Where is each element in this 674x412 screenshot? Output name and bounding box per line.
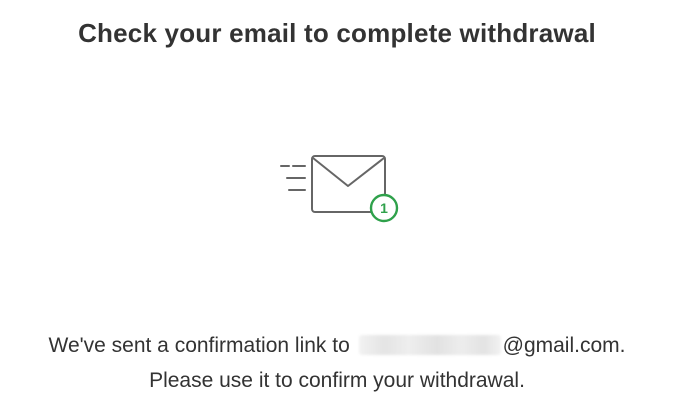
email-illustration: 1 bbox=[275, 150, 405, 226]
masked-email-username bbox=[358, 335, 501, 355]
envelope-sent-icon: 1 bbox=[280, 155, 399, 223]
page-title: Check your email to complete withdrawal bbox=[78, 18, 596, 48]
confirmation-message: We've sent a confirmation link to @gmail… bbox=[0, 328, 674, 398]
notification-badge: 1 bbox=[369, 193, 399, 223]
message-prefix: We've sent a confirmation link to bbox=[48, 334, 350, 357]
badge-count: 1 bbox=[380, 200, 388, 216]
email-domain: @gmail.com. bbox=[502, 334, 626, 357]
message-line-1: We've sent a confirmation link to @gmail… bbox=[0, 328, 674, 363]
message-line-2: Please use it to confirm your withdrawal… bbox=[149, 369, 525, 392]
motion-lines-icon bbox=[280, 165, 306, 191]
